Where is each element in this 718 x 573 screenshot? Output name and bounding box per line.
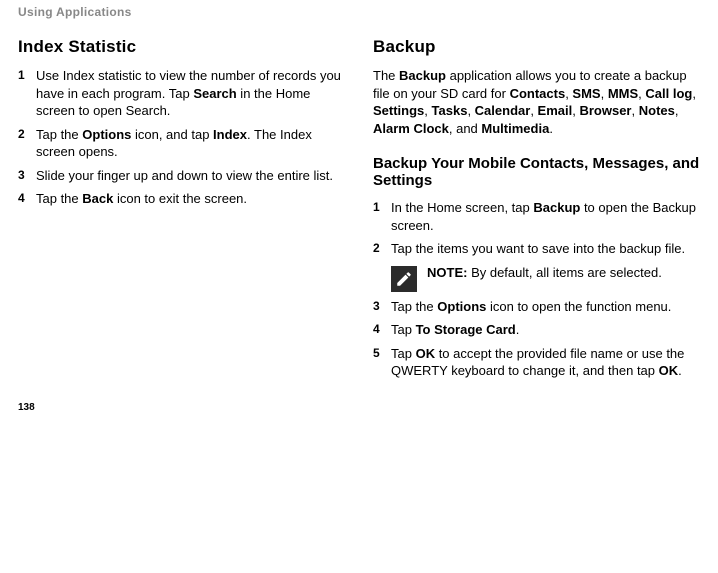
text-fragment: Slide your finger up and down to view th… xyxy=(36,168,333,183)
text-fragment: Contacts xyxy=(510,86,566,101)
text-fragment: . xyxy=(516,322,520,337)
text-fragment: The xyxy=(373,68,399,83)
step-item: 1Use Index statistic to view the number … xyxy=(18,67,345,120)
step-item: 5Tap OK to accept the provided file name… xyxy=(373,345,700,380)
step-item: 1In the Home screen, tap Backup to open … xyxy=(373,199,700,234)
step-item: 2Tap the items you want to save into the… xyxy=(373,240,700,258)
text-fragment: to accept the provided file name or use … xyxy=(391,346,684,379)
text-fragment: Alarm Clock xyxy=(373,121,449,136)
text-fragment: Multimedia xyxy=(481,121,549,136)
step-number: 5 xyxy=(373,345,391,361)
step-text: In the Home screen, tap Backup to open t… xyxy=(391,199,700,234)
step-number: 4 xyxy=(18,190,36,206)
text-fragment: Back xyxy=(82,191,113,206)
right-subtitle: Backup Your Mobile Contacts, Messages, a… xyxy=(373,155,700,189)
backup-intro: The Backup application allows you to cre… xyxy=(373,67,700,137)
text-fragment: . xyxy=(678,363,682,378)
left-title: Index Statistic xyxy=(18,37,345,57)
text-fragment: Tasks xyxy=(432,103,468,118)
page-number: 138 xyxy=(18,402,700,413)
note-text: NOTE: By default, all items are selected… xyxy=(427,264,662,282)
step-text: Tap the Options icon, and tap Index. The… xyxy=(36,126,345,161)
text-fragment: Tap xyxy=(391,346,416,361)
text-fragment: NOTE: xyxy=(427,265,467,280)
text-fragment: OK xyxy=(416,346,436,361)
step-text: Slide your finger up and down to view th… xyxy=(36,167,345,185)
step-item: 3Tap the Options icon to open the functi… xyxy=(373,298,700,316)
step-number: 1 xyxy=(18,67,36,83)
text-fragment: Options xyxy=(82,127,131,142)
text-fragment: Notes xyxy=(639,103,675,118)
right-column: Backup The Backup application allows you… xyxy=(373,37,700,386)
step-item: 4Tap the Back icon to exit the screen. xyxy=(18,190,345,208)
text-fragment: Browser xyxy=(579,103,631,118)
text-fragment: Call log xyxy=(645,86,692,101)
text-fragment: Backup xyxy=(533,200,580,215)
text-fragment: Email xyxy=(538,103,573,118)
text-fragment: Search xyxy=(193,86,236,101)
step-number: 2 xyxy=(18,126,36,142)
text-fragment: In the Home screen, tap xyxy=(391,200,533,215)
text-fragment: Calendar xyxy=(475,103,531,118)
step-number: 3 xyxy=(373,298,391,314)
text-fragment: Options xyxy=(437,299,486,314)
text-fragment: Backup xyxy=(399,68,446,83)
text-fragment: , xyxy=(424,103,431,118)
text-fragment: By default, all items are selected. xyxy=(467,265,661,280)
text-fragment: , xyxy=(692,86,696,101)
text-fragment: Settings xyxy=(373,103,424,118)
text-fragment: Tap the xyxy=(36,127,82,142)
text-fragment: , xyxy=(675,103,679,118)
step-number: 1 xyxy=(373,199,391,215)
right-steps: 1In the Home screen, tap Backup to open … xyxy=(373,199,700,380)
step-item: 4Tap To Storage Card. xyxy=(373,321,700,339)
section-header: Using Applications xyxy=(18,5,700,19)
text-fragment: Tap the xyxy=(391,299,437,314)
text-fragment: , xyxy=(530,103,537,118)
step-text: Tap To Storage Card. xyxy=(391,321,700,339)
text-fragment: , xyxy=(632,103,639,118)
step-text: Tap the Options icon to open the functio… xyxy=(391,298,700,316)
text-fragment: , xyxy=(601,86,608,101)
text-fragment: To Storage Card xyxy=(416,322,516,337)
step-item: 2Tap the Options icon, and tap Index. Th… xyxy=(18,126,345,161)
text-fragment: Tap xyxy=(391,322,416,337)
step-number: 3 xyxy=(18,167,36,183)
step-text: Tap OK to accept the provided file name … xyxy=(391,345,700,380)
text-fragment: , xyxy=(467,103,474,118)
note-icon xyxy=(391,266,417,292)
step-number: 4 xyxy=(373,321,391,337)
text-fragment: MMS xyxy=(608,86,638,101)
text-fragment: icon to open the function menu. xyxy=(486,299,671,314)
step-item: 3Slide your finger up and down to view t… xyxy=(18,167,345,185)
step-text: Tap the Back icon to exit the screen. xyxy=(36,190,345,208)
text-fragment: SMS xyxy=(572,86,600,101)
text-fragment: Tap the xyxy=(36,191,82,206)
text-fragment: icon to exit the screen. xyxy=(113,191,247,206)
text-fragment: OK xyxy=(659,363,679,378)
content-columns: Index Statistic 1Use Index statistic to … xyxy=(18,37,700,386)
step-number: 2 xyxy=(373,240,391,256)
step-text: Use Index statistic to view the number o… xyxy=(36,67,345,120)
left-column: Index Statistic 1Use Index statistic to … xyxy=(18,37,345,386)
text-fragment: , and xyxy=(449,121,482,136)
right-title: Backup xyxy=(373,37,700,57)
step-text: Tap the items you want to save into the … xyxy=(391,240,700,258)
left-steps: 1Use Index statistic to view the number … xyxy=(18,67,345,208)
text-fragment: Index xyxy=(213,127,247,142)
note-row: NOTE: By default, all items are selected… xyxy=(391,264,700,292)
text-fragment: Tap the items you want to save into the … xyxy=(391,241,685,256)
text-fragment: . xyxy=(549,121,553,136)
text-fragment: icon, and tap xyxy=(131,127,213,142)
